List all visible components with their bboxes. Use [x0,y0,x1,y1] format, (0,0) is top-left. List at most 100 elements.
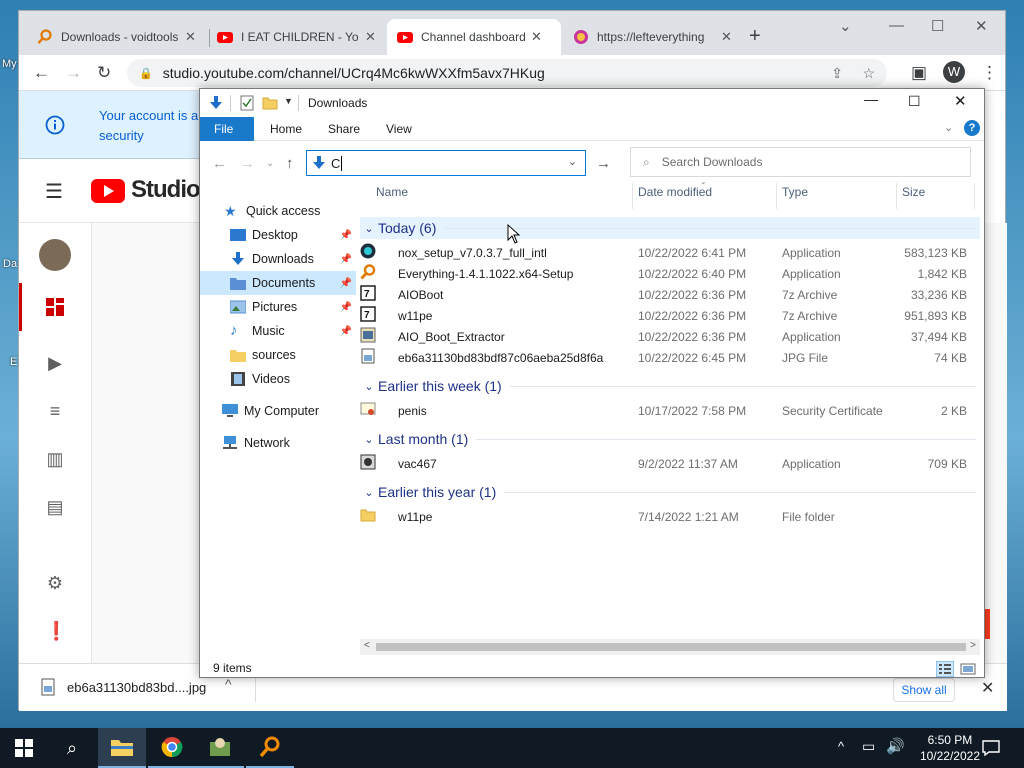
chevron-down-icon[interactable]: ⌄ [568,155,577,168]
nav-videos[interactable]: Videos [200,367,356,391]
profile-avatar[interactable]: W [943,61,965,83]
address-bar[interactable]: 🔒 studio.youtube.com/channel/UCrq4Mc6kwW… [127,59,887,87]
new-folder-icon[interactable] [262,95,278,111]
properties-icon[interactable] [240,95,254,111]
close-icon[interactable]: ✕ [975,17,988,35]
chevron-right-icon[interactable]: > [970,640,976,651]
youtube-logo-icon[interactable] [91,179,125,203]
reload-icon[interactable]: ↻ [97,63,111,83]
nav-pictures[interactable]: Pictures 📌 [200,295,356,319]
pin-icon[interactable]: 📌 [340,278,352,289]
nav-downloads[interactable]: Downloads 📌 [200,247,356,271]
group-header-earlier-this-week[interactable]: ⌄ Earlier this week (1) [360,375,980,397]
chevron-left-icon[interactable]: < [364,640,370,651]
horizontal-scrollbar[interactable]: < > [360,639,980,655]
start-button[interactable] [0,728,48,768]
clock[interactable]: 6:50 PM 10/22/2022 [920,732,980,764]
notifications-icon[interactable] [982,739,1000,757]
content-icon[interactable]: ▶ [45,353,65,373]
show-all-button[interactable]: Show all [893,678,955,702]
list-item[interactable]: Everything-1.4.1.1022.x64-Setup 10/22/20… [360,264,980,285]
maximize-icon[interactable]: ☐ [931,17,944,35]
pin-icon[interactable]: 📌 [340,230,352,241]
recent-locations-icon[interactable]: ⌄ [266,158,274,169]
help-icon[interactable]: ? [964,120,980,136]
nav-sources[interactable]: sources [200,343,356,367]
download-filename[interactable]: eb6a31130bd83bd....jpg [67,680,206,695]
taskbar-everything[interactable] [246,728,294,768]
desktop-icon-label[interactable]: My [2,58,17,70]
hamburger-icon[interactable]: ☰ [45,179,63,204]
expand-ribbon-icon[interactable]: ⌄ [944,121,953,134]
group-header-today[interactable]: ⌄ Today (6) [360,217,980,239]
volume-icon[interactable]: 🔊 [886,737,905,755]
list-item[interactable]: penis 10/17/2022 7:58 PM Security Certif… [360,401,980,422]
desktop-icon-label[interactable]: Da [3,258,17,270]
playlists-icon[interactable]: ≡ [45,401,65,421]
chevron-down-icon[interactable]: ⌄ [839,17,852,35]
tab-voidtools[interactable]: Downloads - voidtools ✕ [27,19,207,55]
desktop-icon-label[interactable]: E [10,356,17,368]
chevron-up-icon[interactable]: ^ [838,739,844,754]
nav-documents[interactable]: Documents 📌 [200,271,356,295]
minimize-icon[interactable]: — [864,91,878,107]
ribbon-tab-home[interactable]: Home [256,117,316,141]
back-icon[interactable]: ← [212,155,227,172]
chevron-down-icon[interactable]: ▼ [284,96,293,106]
forward-icon[interactable]: → [240,155,255,172]
up-icon[interactable]: ↑ [286,155,294,172]
gear-icon[interactable]: ⚙ [45,573,65,593]
comments-icon[interactable]: ▤ [45,497,65,517]
search-button[interactable]: ⌕ [48,728,96,768]
share-icon[interactable]: ⇪ [831,65,843,82]
taskbar-chrome[interactable] [148,728,196,768]
side-panel-icon[interactable]: ▣ [911,63,927,83]
go-icon[interactable]: → [596,155,611,172]
pin-icon[interactable]: 📌 [340,326,352,337]
list-item[interactable]: w11pe 7/14/2022 1:21 AM File folder [360,507,980,528]
column-divider[interactable] [974,183,975,209]
close-icon[interactable]: ✕ [185,29,196,45]
back-icon[interactable]: ← [33,63,50,83]
maximize-icon[interactable]: ☐ [908,93,921,110]
tab-lefteverything[interactable]: https://lefteverything ✕ [563,19,743,55]
column-divider[interactable] [896,183,897,209]
list-item[interactable]: AIO_Boot_Extractor 10/22/2022 6:36 PM Ap… [360,327,980,348]
column-header-type[interactable]: Type [782,185,808,207]
address-input[interactable]: C ⌄ [306,150,586,176]
menu-icon[interactable]: ⋮ [981,63,998,83]
ribbon-tab-view[interactable]: View [372,117,426,141]
search-input[interactable]: ⌕ Search Downloads [630,147,971,177]
list-item[interactable]: 7 w11pe 10/22/2022 6:36 PM 7z Archive 95… [360,306,980,327]
list-item[interactable]: vac467 9/2/2022 11:37 AM Application 709… [360,454,980,475]
large-icons-view-icon[interactable] [960,661,976,677]
column-divider[interactable] [776,183,777,209]
close-icon[interactable]: ✕ [721,29,732,45]
lock-icon[interactable]: 🔒 [139,67,153,80]
minimize-icon[interactable]: — [889,17,904,34]
forward-icon[interactable]: → [65,63,82,83]
nav-network[interactable]: Network [200,431,356,455]
column-header-size[interactable]: Size [902,185,925,207]
group-header-earlier-this-year[interactable]: ⌄ Earlier this year (1) [360,481,980,503]
close-icon[interactable]: ✕ [531,29,542,45]
tab-youtube-video[interactable]: I EAT CHILDREN - YouTube ✕ [207,19,387,55]
list-item[interactable]: nox_setup_v7.0.3.7_full_intl 10/22/2022 … [360,243,980,264]
details-view-icon[interactable] [936,661,954,677]
analytics-icon[interactable]: ▥ [45,449,65,469]
list-item[interactable]: 7 AIOBoot 10/22/2022 6:36 PM 7z Archive … [360,285,980,306]
pin-icon[interactable]: 📌 [340,254,352,265]
network-icon[interactable]: ▭ [862,738,875,755]
nav-desktop[interactable]: Desktop 📌 [200,223,356,247]
ribbon-tab-file[interactable]: File [200,117,254,141]
avatar[interactable] [39,239,71,271]
group-header-last-month[interactable]: ⌄ Last month (1) [360,428,980,450]
scrollbar-thumb[interactable] [376,643,966,651]
dashboard-icon[interactable] [45,297,65,317]
taskbar-file-explorer[interactable] [98,728,146,768]
nav-quick-access[interactable]: ★ Quick access [200,199,356,223]
tab-channel-dashboard[interactable]: Channel dashboard - YouTube Studio ✕ [387,19,561,55]
nav-music[interactable]: ♪ Music 📌 [200,319,356,343]
ribbon-tab-share[interactable]: Share [314,117,374,141]
taskbar-app[interactable] [196,728,244,768]
